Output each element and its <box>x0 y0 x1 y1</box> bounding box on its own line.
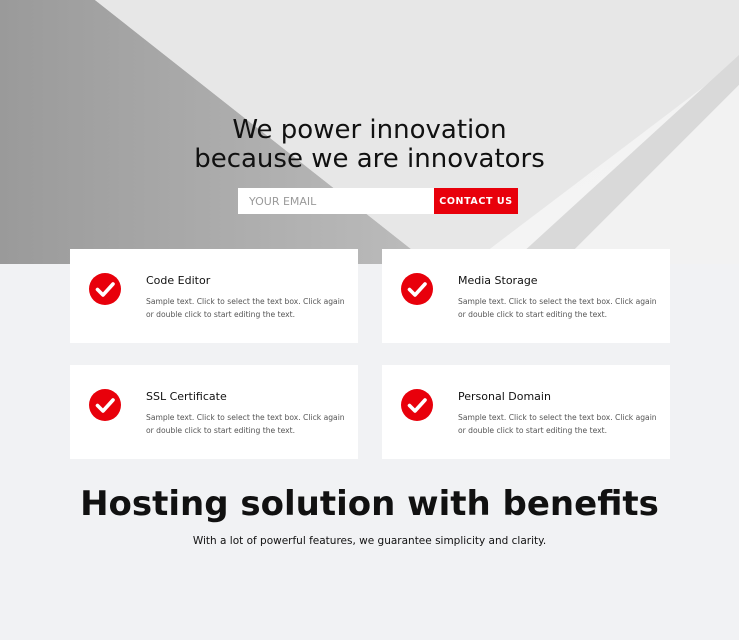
hero-headline-line2: because we are innovators <box>194 144 545 174</box>
feature-text: Sample text. Click to select the text bo… <box>146 413 345 435</box>
benefits-subtitle: With a lot of powerful features, we guar… <box>192 535 547 547</box>
feature-card-ssl-certificate: SSL Certificate Sample text. Click to se… <box>70 365 358 459</box>
email-input[interactable] <box>238 188 434 214</box>
feature-card-code-editor: Code Editor Sample text. Click to select… <box>70 249 358 343</box>
feature-text: Sample text. Click to select the text bo… <box>458 413 657 435</box>
contact-us-button[interactable]: CONTACT US <box>434 188 518 214</box>
benefits-title: Hosting solution with benefits <box>80 484 659 524</box>
hero-section: We power innovation because we are innov… <box>0 0 739 264</box>
feature-title: SSL Certificate <box>146 390 227 403</box>
hero-headline-line1: We power innovation <box>232 115 507 145</box>
feature-text: Sample text. Click to select the text bo… <box>458 297 657 319</box>
feature-text: Sample text. Click to select the text bo… <box>146 297 345 319</box>
feature-title: Personal Domain <box>458 390 551 403</box>
feature-card-media-storage: Media Storage Sample text. Click to sele… <box>382 249 670 343</box>
feature-card-personal-domain: Personal Domain Sample text. Click to se… <box>382 365 670 459</box>
feature-title: Code Editor <box>146 274 211 287</box>
feature-title: Media Storage <box>458 274 538 287</box>
checkmark-icon <box>401 273 433 305</box>
email-signup-form: CONTACT US <box>238 188 518 214</box>
checkmark-icon <box>401 389 433 421</box>
checkmark-icon <box>89 273 121 305</box>
checkmark-icon <box>89 389 121 421</box>
hero-headline: We power innovation because we are innov… <box>0 116 739 174</box>
